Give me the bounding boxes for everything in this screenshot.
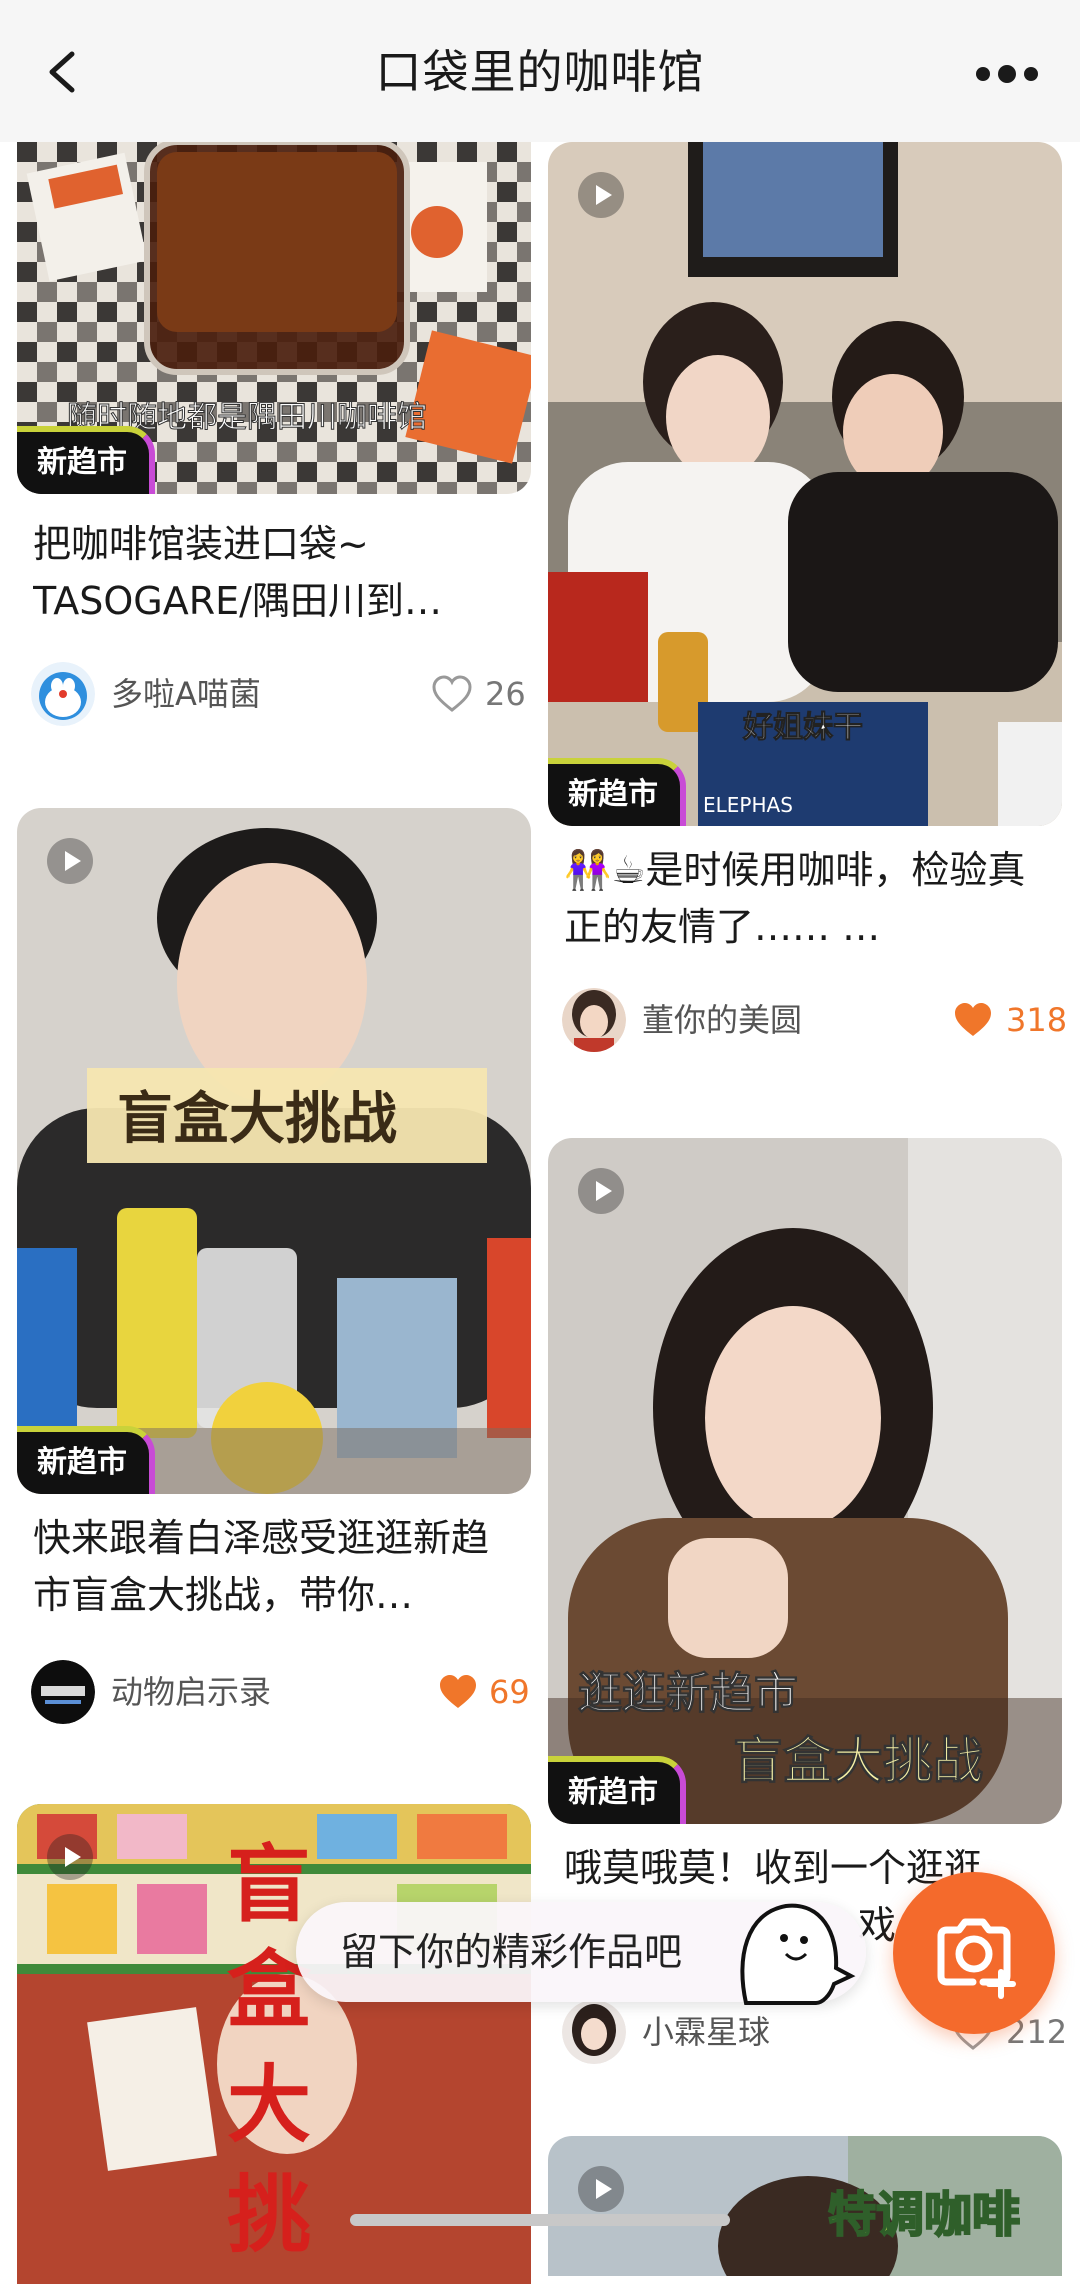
mascot-icon (740, 1903, 856, 2005)
play-icon (578, 2166, 624, 2212)
doraemon-avatar-icon (31, 662, 95, 726)
card-thumbnail[interactable]: 随时随地都是隅田川咖啡馆 新趋市 (17, 142, 531, 494)
more-options-button[interactable] (972, 56, 1042, 96)
author-row[interactable]: 动物启示录 69 (31, 1660, 531, 1726)
svg-text:盲盒大挑战: 盲盒大挑战 (733, 1732, 983, 1790)
feed-card[interactable]: 好姐妹干 ELEPHAS 新趋市 👭☕是时候用咖啡，检验真正的友情了…… … 董… (548, 142, 1067, 1062)
camera-post-button[interactable] (893, 1872, 1055, 2034)
author-row[interactable]: 董你的美圆 318 (562, 988, 1067, 1054)
camera-plus-icon (937, 1918, 1016, 1999)
feed-card[interactable]: 随时随地都是隅田川咖啡馆 新趋市 把咖啡馆装进口袋~ TASOGARE/隅田川到… (17, 142, 531, 782)
thumbnail-image: 盲盒大挑战 (17, 808, 531, 1494)
author-name[interactable]: 多啦A喵菌 (111, 672, 261, 716)
new-market-badge: 新趋市 (548, 758, 686, 826)
like-button[interactable]: 26 (431, 672, 531, 716)
like-count: 318 (1006, 1001, 1068, 1039)
card-thumbnail[interactable]: 盲盒大挑战 新趋市 (17, 808, 531, 1494)
feed-card[interactable]: 盲盒大挑战 新趋市 快来跟着白泽感受逛逛新趋市盲盒大挑战，带你… 动物启示录 6 (17, 808, 531, 1738)
avatar[interactable] (562, 988, 626, 1052)
post-prompt-bubble[interactable]: 留下你的精彩作品吧 (296, 1902, 866, 2005)
thumbnail-image: 好姐妹干 ELEPHAS (548, 142, 1062, 826)
like-button[interactable]: 318 (952, 998, 1067, 1042)
post-prompt-text: 留下你的精彩作品吧 (340, 1930, 683, 1974)
svg-text:特调咖啡: 特调咖啡 (828, 2187, 1020, 2243)
new-market-badge: 新趋市 (17, 1426, 155, 1494)
card-thumbnail[interactable]: 盲 盒 大 挑 (17, 1804, 531, 2284)
svg-text:盲盒大挑战: 盲盒大挑战 (117, 1087, 397, 1152)
new-market-badge: 新趋市 (548, 1756, 686, 1824)
thumbnail-image: 逛逛新趋市 盲盒大挑战 (548, 1138, 1062, 1824)
svg-text:好姐妹干: 好姐妹干 (742, 710, 863, 745)
top-bar: 口袋里的咖啡馆 (0, 0, 1080, 142)
card-title[interactable]: 👭☕是时候用咖啡，检验真正的友情了…… … (564, 842, 1054, 956)
play-icon (578, 172, 624, 218)
card-thumbnail[interactable]: 逛逛新趋市 盲盒大挑战 新趋市 (548, 1138, 1062, 1824)
play-icon (47, 838, 93, 884)
card-title[interactable]: 快来跟着白泽感受逛逛新趋市盲盒大挑战，带你… (33, 1510, 523, 1624)
card-title[interactable]: 把咖啡馆装进口袋~ TASOGARE/隅田川到… (33, 516, 523, 630)
avatar[interactable] (31, 1660, 95, 1724)
card-thumbnail[interactable]: 特调咖啡 (548, 2136, 1062, 2276)
feed-card[interactable]: 特调咖啡 (548, 2136, 1062, 2276)
avatar[interactable] (31, 662, 95, 726)
thumbnail-image: 特调咖啡 (548, 2136, 1062, 2276)
svg-text:盲: 盲 (227, 1835, 311, 1934)
svg-text:挑: 挑 (227, 2165, 311, 2264)
home-indicator[interactable] (350, 2214, 730, 2226)
new-market-badge: 新趋市 (17, 426, 155, 494)
heart-filled-icon (955, 1003, 991, 1036)
author-name[interactable]: 董你的美圆 (642, 998, 802, 1042)
author-name[interactable]: 动物启示录 (111, 1670, 271, 1714)
svg-text:ELEPHAS: ELEPHAS (703, 793, 793, 817)
author-row[interactable]: 多啦A喵菌 26 (31, 662, 531, 728)
channel-logo-icon (31, 1660, 95, 1724)
like-count: 69 (489, 1673, 530, 1711)
heart-outline-icon (432, 675, 472, 712)
more-dot-icon (976, 67, 990, 81)
thumbnail-image: 盲 盒 大 挑 (17, 1804, 531, 2284)
play-icon (47, 1834, 93, 1880)
page-title: 口袋里的咖啡馆 (375, 45, 705, 99)
heart-filled-icon (440, 1675, 476, 1708)
svg-text:大: 大 (227, 2055, 311, 2154)
feed-card[interactable]: 盲 盒 大 挑 (17, 1804, 531, 2284)
user-avatar-icon (562, 2000, 626, 2064)
author-name[interactable]: 小霖星球 (642, 2010, 770, 2054)
like-count: 26 (485, 675, 526, 713)
more-dot-icon (998, 65, 1016, 83)
like-button[interactable]: 69 (437, 1670, 531, 1714)
card-thumbnail[interactable]: 好姐妹干 ELEPHAS 新趋市 (548, 142, 1062, 826)
avatar[interactable] (562, 2000, 626, 2064)
user-avatar-icon (562, 988, 626, 1052)
play-icon (578, 1168, 624, 1214)
more-dot-icon (1024, 67, 1038, 81)
svg-text:逛逛新趋市: 逛逛新趋市 (578, 1668, 798, 1719)
